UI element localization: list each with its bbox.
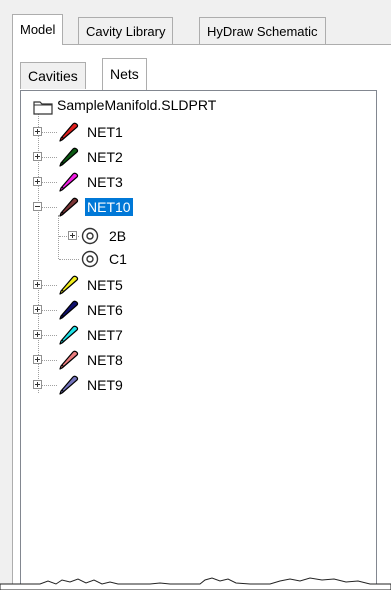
torn-edge — [0, 575, 391, 590]
tree-item-net2[interactable]: NET2 — [59, 147, 125, 167]
tree-item-net7[interactable]: NET7 — [59, 325, 125, 345]
tree-item-label: NET7 — [87, 327, 123, 343]
tree-item-label: NET10 — [85, 198, 133, 216]
net-color-pen-icon — [59, 172, 81, 192]
part-file-icon — [33, 99, 53, 115]
tree-root-label: SampleManifold.SLDPRT — [57, 97, 217, 113]
net-color-pen-icon — [59, 147, 81, 167]
expand-toggle[interactable] — [33, 152, 42, 161]
expand-toggle[interactable] — [68, 231, 77, 240]
tree-root[interactable]: SampleManifold.SLDPRT — [31, 95, 218, 115]
tree-connector — [59, 259, 79, 260]
expand-toggle[interactable] — [33, 305, 42, 314]
net-color-pen-icon — [59, 275, 81, 295]
tree-item-cavity-2b[interactable]: 2B — [81, 226, 128, 246]
expand-toggle[interactable] — [33, 127, 42, 136]
tree-item-label: NET8 — [87, 352, 123, 368]
tree-item-net10[interactable]: NET10 — [59, 197, 133, 217]
tree-item-label: NET3 — [87, 174, 123, 190]
top-tab-strip: Model Cavity Library HyDraw Schematic — [12, 14, 362, 45]
cavity-icon — [81, 250, 99, 268]
expand-toggle[interactable] — [33, 330, 42, 339]
tree-item-net8[interactable]: NET8 — [59, 350, 125, 370]
net-color-pen-icon — [59, 350, 81, 370]
cavity-icon — [81, 227, 99, 245]
tab-hydraw-schematic[interactable]: HyDraw Schematic — [199, 17, 326, 44]
net-color-pen-icon — [59, 300, 81, 320]
tree-item-label: NET6 — [87, 302, 123, 318]
net-color-pen-icon — [59, 122, 81, 142]
tree-item-label: NET1 — [87, 124, 123, 140]
tree-connector — [58, 215, 59, 259]
tree-item-net9[interactable]: NET9 — [59, 375, 125, 395]
expand-toggle[interactable] — [33, 177, 42, 186]
tree-item-label: NET2 — [87, 149, 123, 165]
tab-nets[interactable]: Nets — [102, 58, 147, 90]
tree-item-label: NET5 — [87, 277, 123, 293]
tree-item-net5[interactable]: NET5 — [59, 275, 125, 295]
expand-toggle[interactable] — [33, 280, 42, 289]
collapse-toggle[interactable] — [33, 202, 42, 211]
net-color-pen-icon — [59, 375, 81, 395]
net-color-pen-icon — [59, 197, 81, 217]
tree-item-net1[interactable]: NET1 — [59, 122, 125, 142]
expand-toggle[interactable] — [33, 380, 42, 389]
tree-item-net3[interactable]: NET3 — [59, 172, 125, 192]
tree-item-cavity-c1[interactable]: C1 — [81, 249, 129, 269]
expand-toggle[interactable] — [33, 355, 42, 364]
nets-tree[interactable]: SampleManifold.SLDPRT NET1 NET2 NET3 NET… — [20, 90, 377, 590]
net-color-pen-icon — [59, 325, 81, 345]
tree-item-label: NET9 — [87, 377, 123, 393]
tab-model[interactable]: Model — [12, 14, 64, 45]
tree-item-net6[interactable]: NET6 — [59, 300, 125, 320]
tree-item-label: 2B — [109, 228, 127, 244]
tree-item-label: C1 — [109, 251, 127, 267]
tab-cavities[interactable]: Cavities — [20, 62, 86, 89]
tab-cavity-library[interactable]: Cavity Library — [78, 17, 174, 44]
